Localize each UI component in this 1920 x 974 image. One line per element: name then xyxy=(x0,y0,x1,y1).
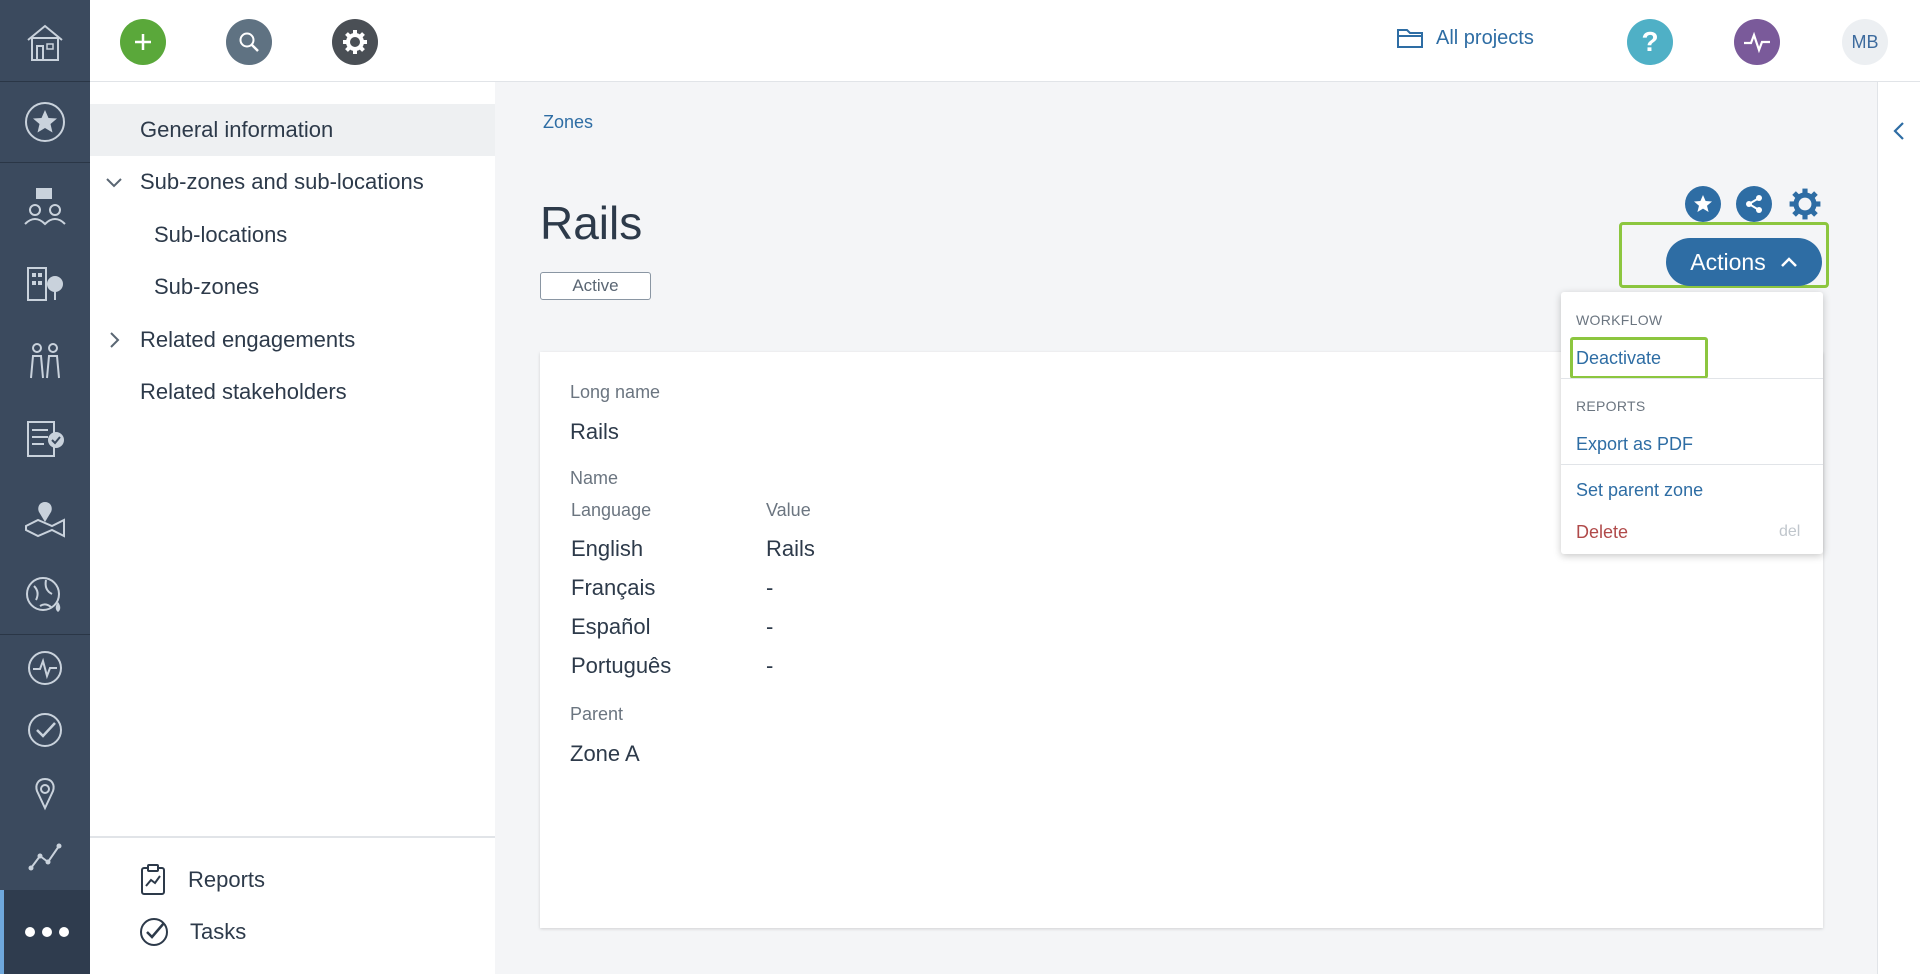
nav-divider xyxy=(90,836,495,838)
side-nav: General information Sub-zones and sub-lo… xyxy=(90,82,495,974)
value-cell: - xyxy=(766,614,774,639)
engagement-icon[interactable] xyxy=(0,178,90,232)
set-parent-zone-menu-item[interactable]: Set parent zone xyxy=(1576,480,1703,501)
nav-label: Sub-zones xyxy=(154,274,260,299)
home-icon[interactable] xyxy=(0,0,90,82)
all-projects-link[interactable]: All projects xyxy=(1396,26,1534,50)
chevron-right-icon[interactable] xyxy=(104,330,124,350)
gear-icon xyxy=(343,30,367,54)
favorites-icon[interactable] xyxy=(0,96,90,148)
more-menu-icon[interactable] xyxy=(0,890,90,974)
tasks-icon xyxy=(140,918,168,946)
value-cell: Rails xyxy=(766,536,815,561)
name-label: Name xyxy=(570,468,619,488)
language-header: Language xyxy=(571,500,652,520)
nav-sub-locations[interactable]: Sub-locations xyxy=(90,209,495,261)
status-badge: Active xyxy=(540,272,651,300)
actions-dropdown: WORKFLOW Deactivate REPORTS Export as PD… xyxy=(1561,292,1823,554)
nav-sub-zones[interactable]: Sub-zones xyxy=(90,261,495,313)
nav-label: Related stakeholders xyxy=(140,379,347,404)
share-icon xyxy=(1746,195,1762,213)
export-pdf-menu-item[interactable]: Export as PDF xyxy=(1576,434,1693,455)
deactivate-menu-item[interactable]: Deactivate xyxy=(1576,348,1661,369)
language-cell: Español xyxy=(571,614,651,639)
all-projects-label: All projects xyxy=(1436,26,1534,49)
pulse-icon xyxy=(1744,31,1770,54)
reports-icon xyxy=(141,864,165,895)
nav-sub-zones-and-sub-locations[interactable]: Sub-zones and sub-locations xyxy=(90,156,495,208)
chevron-down-icon[interactable] xyxy=(104,172,124,192)
nav-general-information[interactable]: General information xyxy=(90,104,495,156)
breadcrumb[interactable]: Zones xyxy=(543,112,593,133)
actions-label: Actions xyxy=(1690,248,1766,275)
activity-icon[interactable] xyxy=(0,644,90,692)
tasks-label: Tasks xyxy=(190,919,247,944)
folder-icon xyxy=(1397,29,1423,48)
nav-related-engagements[interactable]: Related engagements xyxy=(90,314,495,366)
tasks-link[interactable]: Tasks xyxy=(138,916,246,948)
nav-label: General information xyxy=(140,117,334,142)
avatar[interactable]: MB xyxy=(1842,19,1888,65)
share-button[interactable] xyxy=(1736,186,1772,222)
add-button[interactable] xyxy=(120,19,166,65)
page-title: Rails xyxy=(540,197,643,249)
gear-icon xyxy=(1789,188,1821,220)
reports-link[interactable]: Reports xyxy=(138,864,265,896)
long-name-value: Rails xyxy=(570,419,619,444)
favorite-button[interactable] xyxy=(1685,186,1721,222)
search-icon xyxy=(239,32,259,52)
parent-value: Zone A xyxy=(570,741,640,766)
value-header: Value xyxy=(766,500,811,520)
nav-label: Related engagements xyxy=(140,327,356,352)
reports-section-header: REPORTS xyxy=(1576,398,1646,414)
value-cell: - xyxy=(766,575,774,600)
language-cell: English xyxy=(571,536,644,561)
trend-icon[interactable] xyxy=(0,832,90,880)
workflow-section-header: WORKFLOW xyxy=(1576,312,1663,328)
settings-button[interactable] xyxy=(332,19,378,65)
nav-label: Sub-locations xyxy=(154,222,288,247)
location-map-icon[interactable] xyxy=(0,492,90,546)
language-cell: Français xyxy=(571,575,656,600)
checklist-icon[interactable] xyxy=(0,412,90,466)
delete-shortcut: del xyxy=(1779,523,1801,540)
people-icon[interactable] xyxy=(0,334,90,388)
left-rail xyxy=(0,0,90,974)
chevron-left-icon[interactable] xyxy=(1890,120,1908,142)
plus-icon xyxy=(135,34,151,50)
page-settings-button[interactable] xyxy=(1787,186,1823,222)
pulse-button[interactable] xyxy=(1734,19,1780,65)
reports-label: Reports xyxy=(188,867,266,892)
top-bar: All projects ? MB xyxy=(90,0,1920,82)
value-cell: - xyxy=(766,653,774,678)
delete-menu-item[interactable]: Delete xyxy=(1576,522,1628,543)
chevron-up-icon xyxy=(1780,257,1797,267)
environment-icon[interactable] xyxy=(0,568,90,622)
pin-icon[interactable] xyxy=(0,770,90,818)
star-icon xyxy=(1694,195,1712,212)
buildings-icon[interactable] xyxy=(0,256,90,310)
search-button[interactable] xyxy=(226,19,272,65)
parent-label: Parent xyxy=(570,704,624,724)
long-name-label: Long name xyxy=(570,382,661,402)
help-button[interactable]: ? xyxy=(1627,19,1673,65)
nav-related-stakeholders[interactable]: Related stakeholders xyxy=(90,366,495,418)
language-cell: Português xyxy=(571,653,672,678)
question-icon: ? xyxy=(1641,26,1659,57)
actions-button[interactable]: Actions xyxy=(1666,238,1822,286)
tasks-check-icon[interactable] xyxy=(0,706,90,754)
right-panel-strip xyxy=(1877,82,1920,974)
nav-label: Sub-zones and sub-locations xyxy=(140,169,424,194)
